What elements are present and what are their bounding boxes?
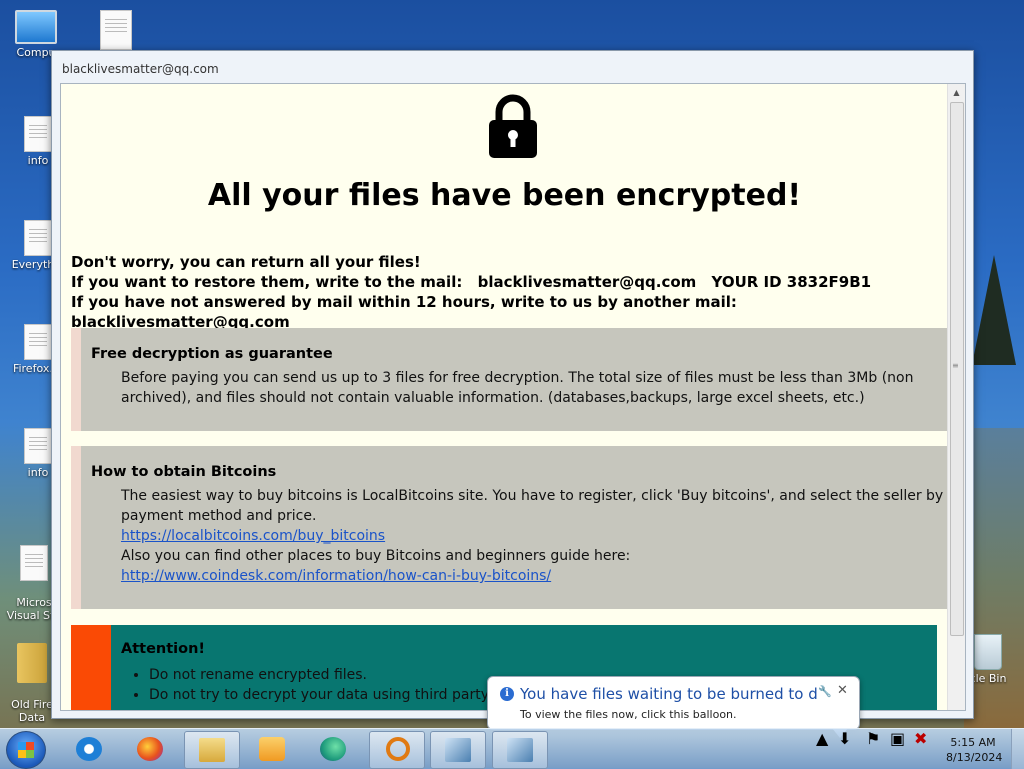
scroll-up-arrow-icon[interactable]: ▲ — [948, 84, 965, 101]
show-desktop-button[interactable] — [1011, 729, 1024, 769]
wallpaper-tree — [972, 255, 1016, 365]
bitcoins-title: How to obtain Bitcoins — [91, 464, 277, 480]
start-button[interactable] — [6, 731, 46, 769]
intro-text: Don't worry, you can return all your fil… — [71, 252, 965, 332]
free-decryption-body: Before paying you can send us up to 3 fi… — [121, 370, 914, 406]
close-icon[interactable]: ✕ — [837, 683, 848, 698]
installer-icon-2 — [507, 738, 533, 762]
folder-icon — [17, 643, 47, 683]
desktop-icon-label: info — [27, 154, 49, 167]
desktop-icon-label: Old Fire Data — [11, 698, 53, 724]
padlock-icon — [489, 94, 537, 158]
internet-explorer-icon — [76, 737, 102, 761]
document-icon — [20, 545, 48, 581]
show-hidden-icons-icon[interactable]: ▲ — [816, 729, 828, 769]
clock-date: 8/13/2024 — [946, 751, 1003, 764]
notification-balloon[interactable]: i You have files waiting to be burned to… — [487, 676, 860, 738]
taskbar-search-app[interactable] — [369, 731, 425, 769]
computer-icon — [15, 10, 57, 44]
document-icon — [24, 428, 52, 464]
free-decryption-title: Free decryption as guarantee — [91, 346, 333, 362]
document-icon — [100, 10, 132, 50]
windows-logo-icon — [18, 742, 34, 758]
contact-email: blacklivesmatter@qq.com — [477, 273, 697, 291]
installer-icon — [445, 738, 471, 762]
edge-icon — [320, 737, 346, 761]
free-decryption-panel: Free decryption as guarantee Before payi… — [71, 328, 947, 431]
taskbar-installer-2[interactable] — [492, 731, 548, 769]
desktop-icon-document[interactable] — [84, 10, 148, 52]
balloon-title: You have files waiting to be burned to d… — [520, 685, 818, 703]
window-title: blacklivesmatter@qq.com — [62, 62, 219, 76]
taskbar-internet-explorer[interactable] — [62, 731, 116, 767]
document-icon — [24, 220, 52, 256]
desktop-icon-label: Compu — [16, 46, 56, 59]
search-app-icon — [386, 737, 410, 761]
list-item: Do not rename encrypted files. — [149, 665, 509, 685]
media-player-icon — [259, 737, 285, 761]
network-icon[interactable]: ▣ — [890, 729, 905, 769]
vertical-scrollbar[interactable]: ▲ ≡ — [947, 84, 965, 710]
firefox-icon — [137, 737, 163, 761]
taskbar-firefox[interactable] — [123, 731, 177, 767]
taskbar-media-player[interactable] — [245, 731, 299, 767]
intro-line-2: If you want to restore them, write to th… — [71, 272, 965, 292]
victim-id: YOUR ID 3832F9B1 — [711, 273, 872, 291]
bitcoins-panel: How to obtain Bitcoins The easiest way t… — [71, 446, 947, 609]
desktop-icon-label: info — [27, 466, 49, 479]
taskbar-file-explorer[interactable] — [184, 731, 240, 769]
document-icon — [24, 324, 52, 360]
note-content: All your files have been encrypted! Don'… — [60, 83, 966, 711]
bitcoins-body-1: The easiest way to buy bitcoins is Local… — [121, 488, 944, 524]
file-explorer-icon — [199, 738, 225, 762]
localbitcoins-link[interactable]: https://localbitcoins.com/buy_bitcoins — [121, 528, 385, 544]
volume-muted-icon[interactable]: ✖ — [914, 729, 927, 769]
bitcoins-body-2: Also you can find other places to buy Bi… — [121, 548, 631, 564]
intro-line-2-prefix: If you want to restore them, write to th… — [71, 273, 463, 291]
intro-line-3: If you have not answered by mail within … — [71, 292, 965, 332]
taskbar-installer[interactable] — [430, 731, 486, 769]
clock-time: 5:15 AM — [950, 736, 996, 749]
desktop-icon-label: cle Bin — [969, 672, 1007, 685]
coindesk-link[interactable]: http://www.coindesk.com/information/how-… — [121, 568, 551, 584]
list-item: Do not try to decrypt your data using th… — [149, 685, 509, 705]
balloon-text: To view the files now, click this balloo… — [520, 708, 737, 721]
action-center-flag-icon[interactable]: ⚑ — [866, 729, 880, 769]
taskbar: ▲ ⬇ ⚑ ▣ ✖ 5:15 AM 8/13/2024 — [0, 728, 1024, 769]
ransom-note-window[interactable]: blacklivesmatter@qq.com All your files h… — [51, 50, 974, 719]
intro-line-3-prefix: If you have not answered by mail within … — [71, 293, 737, 311]
attention-list: Do not rename encrypted files. Do not tr… — [129, 665, 509, 705]
recycle-bin-icon — [974, 634, 1002, 670]
intro-line-1: Don't worry, you can return all your fil… — [71, 253, 421, 271]
info-icon: i — [500, 687, 514, 701]
system-clock[interactable]: 5:15 AM 8/13/2024 — [946, 735, 1003, 765]
headline: All your files have been encrypted! — [207, 178, 802, 213]
attention-accent-bar — [71, 625, 111, 710]
wrench-icon[interactable]: 🔧 — [818, 685, 832, 698]
attention-title: Attention! — [121, 641, 206, 657]
document-icon — [24, 116, 52, 152]
taskbar-edge[interactable] — [306, 731, 360, 767]
scroll-grip-icon: ≡ — [952, 361, 959, 370]
burn-disc-icon[interactable]: ⬇ — [838, 729, 851, 769]
